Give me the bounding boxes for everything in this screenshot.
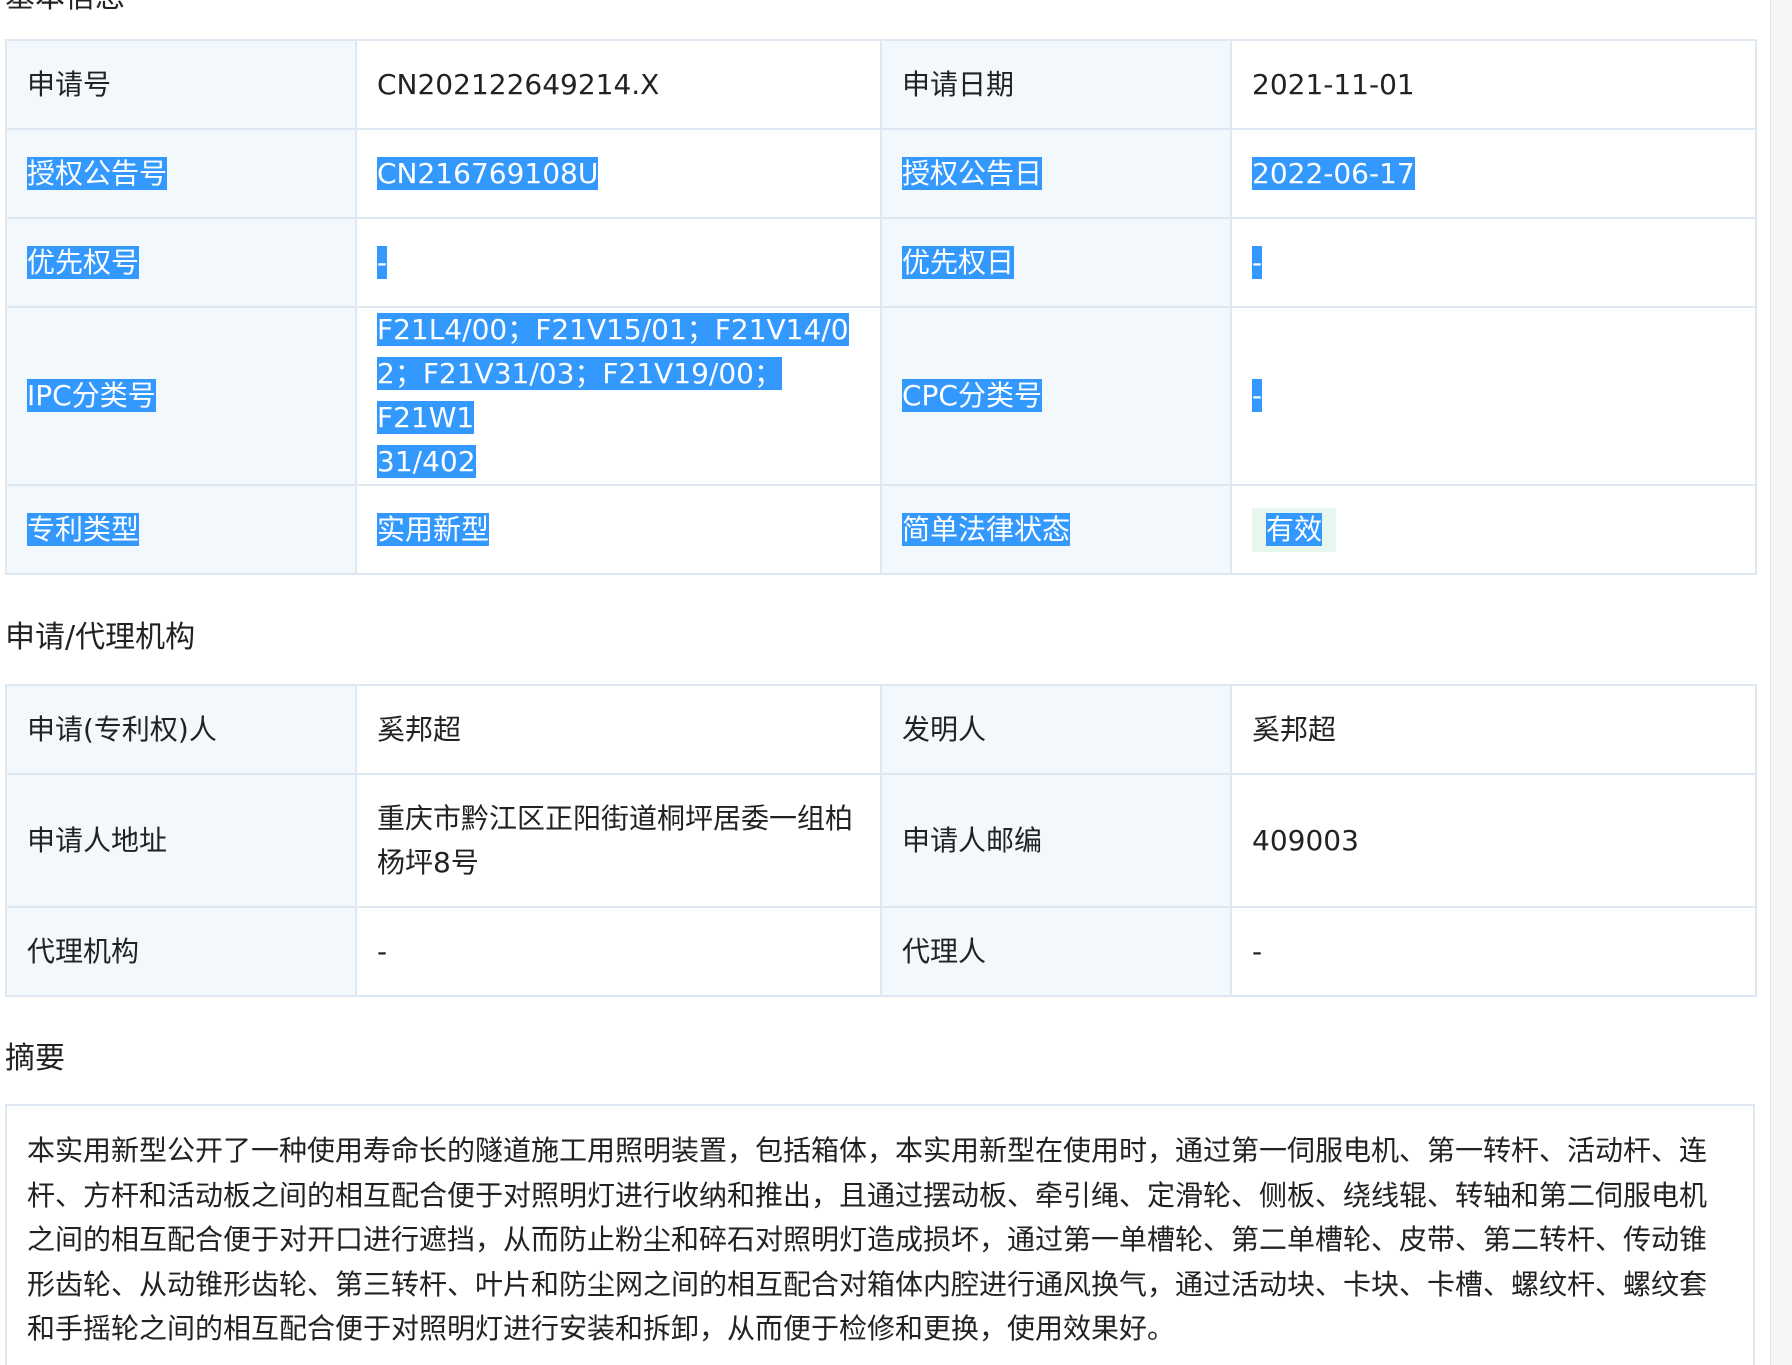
abstract-box: 本实用新型公开了一种使用寿命长的隧道施工用照明装置，包括箱体，本实用新型在使用时…: [5, 1104, 1755, 1365]
applicant-value: 奚邦超: [377, 712, 462, 746]
section-title-abstract: 摘要: [5, 1041, 65, 1076]
section-title-agency: 申请/代理机构: [5, 620, 196, 655]
cell-key: 优先权号: [5, 217, 357, 308]
agency-label: 代理机构: [27, 934, 140, 968]
agency-table: 申请(专利权)人 奚邦超 发明人 奚邦超 申请人地址 重庆市黔江区正阳街道桐坪居…: [5, 684, 1757, 997]
cell-value: 奚邦超: [355, 684, 882, 775]
cell-key: 申请号: [5, 39, 357, 130]
cell-key: 授权公告日: [880, 128, 1232, 219]
cell-key: 申请人邮编: [880, 773, 1232, 908]
cell-value: -: [1230, 306, 1757, 486]
cell-key: 授权公告号: [5, 128, 357, 219]
cell-key: 代理机构: [5, 906, 357, 997]
abstract-line: 本实用新型公开了一种使用寿命长的隧道施工用照明装置，包括箱体，本实用新型在使用时…: [27, 1134, 1708, 1167]
abstract-line: 和手摇轮之间的相互配合便于对照明灯进行安装和拆卸，从而便于检修和更换，使用效果好…: [27, 1312, 1176, 1345]
address-value-line: 杨坪8号: [377, 845, 479, 879]
table-row: 专利类型 实用新型 简单法律状态 有效: [5, 484, 1757, 575]
cell-key: CPC分类号: [880, 306, 1232, 486]
patent-detail-page: 基本信息 申请号 CN202122649214.X 申请日期 2021-11-0…: [0, 0, 1792, 1365]
priority-number-value: -: [377, 245, 388, 279]
postcode-value: 409003: [1252, 823, 1359, 857]
cell-key: 简单法律状态: [880, 484, 1232, 575]
application-number-label: 申请号: [27, 67, 112, 101]
table-row: 申请号 CN202122649214.X 申请日期 2021-11-01: [5, 39, 1757, 130]
cpc-label: CPC分类号: [902, 379, 1042, 412]
table-row: 申请(专利权)人 奚邦超 发明人 奚邦超: [5, 684, 1757, 775]
application-date-label: 申请日期: [902, 67, 1015, 101]
ipc-value-line: F21L4/00；F21V15/01；F21V14/0: [377, 313, 849, 346]
postcode-label: 申请人邮编: [902, 823, 1043, 857]
grant-number-value: CN216769108U: [377, 156, 599, 190]
section-title-basic-info: 基本信息: [5, 0, 125, 16]
cell-value: -: [355, 906, 882, 997]
abstract-line: 形齿轮、从动锥形齿轮、第三转杆、叶片和防尘网之间的相互配合对箱体内腔进行通风换气…: [27, 1267, 1708, 1301]
cell-value: 2022-06-17: [1230, 128, 1757, 219]
ipc-value-line: 2；F21V31/03；F21V19/00；F21W1: [377, 357, 782, 434]
table-row: 授权公告号 CN216769108U 授权公告日 2022-06-17: [5, 128, 1757, 219]
cpc-value: -: [1252, 379, 1263, 412]
patent-type-label: 专利类型: [27, 512, 140, 546]
agent-value: -: [1252, 934, 1263, 968]
application-number-value: CN202122649214.X: [377, 67, 660, 101]
patent-type-value: 实用新型: [377, 512, 490, 546]
abstract-line: 杆、方杆和活动板之间的相互配合便于对照明灯进行收纳和推出，且通过摆动板、牵引绳、…: [27, 1178, 1708, 1212]
ipc-label: IPC分类号: [27, 379, 156, 412]
cell-value: 2021-11-01: [1230, 39, 1757, 130]
cell-key: 发明人: [880, 684, 1232, 775]
table-row: IPC分类号 F21L4/00；F21V15/01；F21V14/0 2；F21…: [5, 306, 1757, 486]
cell-key: 申请人地址: [5, 773, 357, 908]
cell-key: IPC分类号: [5, 306, 357, 486]
cell-value: -: [1230, 217, 1757, 308]
cell-value: CN216769108U: [355, 128, 882, 219]
cell-key: 优先权日: [880, 217, 1232, 308]
inventor-value: 奚邦超: [1252, 712, 1337, 746]
cell-key: 代理人: [880, 906, 1232, 997]
priority-number-label: 优先权号: [27, 245, 140, 279]
application-date-value: 2021-11-01: [1252, 67, 1415, 101]
priority-date-value: -: [1252, 245, 1263, 279]
inventor-label: 发明人: [902, 712, 987, 746]
abstract-line: 之间的相互配合便于对开口进行遮挡，从而防止粉尘和碎石对照明灯造成损坏，通过第一单…: [27, 1223, 1708, 1256]
cell-value: -: [355, 217, 882, 308]
grant-date-value: 2022-06-17: [1252, 156, 1415, 190]
agent-label: 代理人: [902, 934, 987, 968]
applicant-label: 申请(专利权)人: [27, 712, 217, 746]
cell-value: F21L4/00；F21V15/01；F21V14/0 2；F21V31/03；…: [355, 306, 882, 486]
cell-key: 申请日期: [880, 39, 1232, 130]
basic-info-table: 申请号 CN202122649214.X 申请日期 2021-11-01 授权公…: [5, 39, 1757, 575]
grant-date-label: 授权公告日: [902, 156, 1043, 190]
legal-status-label: 简单法律状态: [902, 512, 1071, 546]
agency-value: -: [377, 934, 388, 968]
cell-value: CN202122649214.X: [355, 39, 882, 130]
cell-key: 专利类型: [5, 484, 357, 575]
cell-value: 409003: [1230, 773, 1757, 908]
legal-status-value: 有效: [1266, 512, 1323, 546]
cell-value: 奚邦超: [1230, 684, 1757, 775]
ipc-value-line: 31/402: [377, 445, 476, 478]
cell-value: -: [1230, 906, 1757, 997]
cell-value: 有效: [1230, 484, 1757, 575]
cell-key: 申请(专利权)人: [5, 684, 357, 775]
status-badge: 有效: [1252, 507, 1337, 552]
address-label: 申请人地址: [27, 823, 168, 857]
address-value-line: 重庆市黔江区正阳街道桐坪居委一组柏: [377, 801, 854, 835]
priority-date-label: 优先权日: [902, 245, 1015, 279]
cell-value: 重庆市黔江区正阳街道桐坪居委一组柏 杨坪8号: [355, 773, 882, 908]
cell-value: 实用新型: [355, 484, 882, 575]
table-row: 代理机构 - 代理人 -: [5, 906, 1757, 997]
table-row: 申请人地址 重庆市黔江区正阳街道桐坪居委一组柏 杨坪8号 申请人邮编 40900…: [5, 773, 1757, 908]
grant-number-label: 授权公告号: [27, 156, 168, 190]
scrollbar[interactable]: [1770, 0, 1792, 1365]
table-row: 优先权号 - 优先权日 -: [5, 217, 1757, 308]
